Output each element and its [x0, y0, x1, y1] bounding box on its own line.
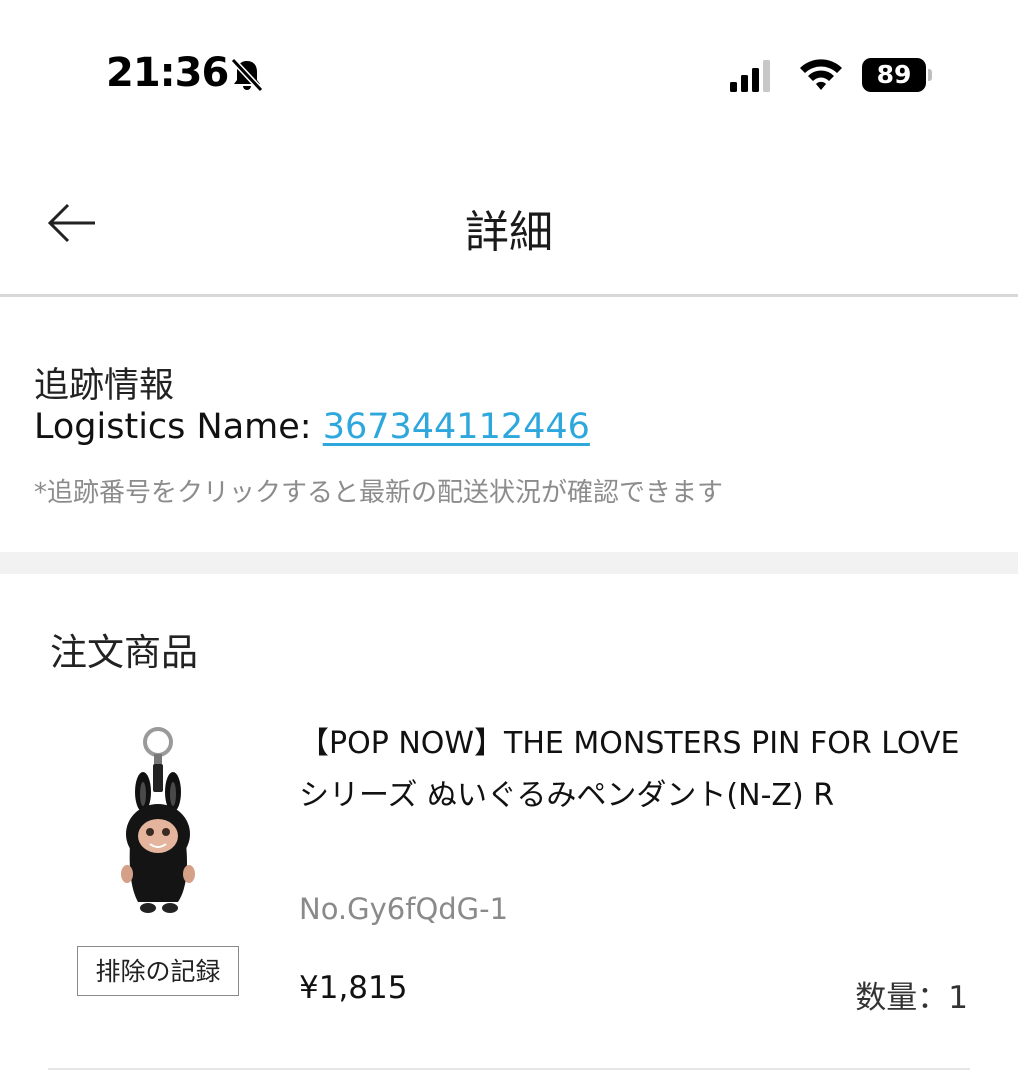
logistics-line: Logistics Name: 367344112446	[34, 407, 590, 447]
battery-tip	[928, 69, 932, 81]
tracking-title: 追跡情報	[34, 366, 175, 406]
product-price: ¥1,815	[299, 970, 408, 1006]
tracking-hint: *追跡番号をクリックすると最新の配送状況が確認できます	[34, 478, 724, 508]
product-sku: No.Gy6fQdG-1	[299, 892, 509, 926]
battery-level: 89	[862, 58, 926, 92]
status-time: 21:36	[106, 50, 229, 96]
battery-indicator: 89	[862, 58, 932, 92]
page-title: 詳細	[465, 207, 553, 258]
order-items-title: 注文商品	[50, 631, 198, 674]
product-image[interactable]	[110, 724, 210, 924]
tracking-number-link[interactable]: 367344112446	[323, 407, 590, 447]
product-name[interactable]: 【POP NOW】THE MONSTERS PIN FOR LOVE シリーズ …	[299, 718, 979, 822]
section-divider	[0, 552, 1018, 574]
tracking-section: 追跡情報 Logistics Name: 367344112446 *追跡番号を…	[0, 297, 1018, 552]
exclude-record-button[interactable]: 排除の記録	[77, 946, 239, 996]
wifi-icon	[800, 59, 842, 90]
cellular-signal-icon	[730, 60, 770, 92]
logistics-label: Logistics Name:	[34, 407, 323, 447]
order-items-section: 注文商品 排除の記録 【POP NOW】THE MONSTERS PIN FOR…	[0, 574, 1018, 1080]
product-quantity: 数量：1	[855, 980, 968, 1016]
status-bar: 21:36 89	[0, 0, 1018, 150]
header: 詳細	[0, 150, 1018, 296]
item-divider	[48, 1068, 970, 1070]
bell-slash-icon	[230, 57, 264, 93]
